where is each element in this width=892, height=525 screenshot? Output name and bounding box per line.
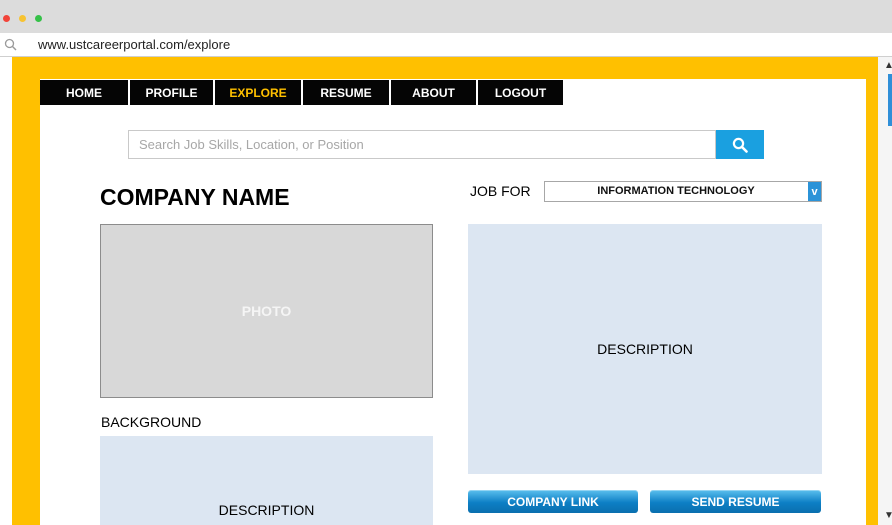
search-box [128,130,716,159]
photo-label: PHOTO [241,303,292,319]
search-input[interactable] [129,131,715,158]
job-description-text: DESCRIPTION [597,341,693,357]
nav-explore[interactable]: EXPLORE [215,80,301,105]
job-description-panel: DESCRIPTION [468,224,822,474]
search-button[interactable] [716,130,764,159]
scroll-down-arrow-icon[interactable]: ▼ [884,510,892,521]
nav-profile[interactable]: PROFILE [130,80,213,105]
nav-logout[interactable]: LOGOUT [478,80,563,105]
job-for-label: JOB FOR [470,183,531,199]
url-text[interactable]: www.ustcareerportal.com/explore [38,37,230,52]
company-name: COMPANY NAME [100,184,290,210]
vertical-scrollbar[interactable] [878,57,892,525]
nav-about[interactable]: ABOUT [391,80,476,105]
background-description-panel: DESCRIPTION [100,436,433,525]
job-category-value: INFORMATION TECHNOLOGY [597,185,755,197]
minimize-window-button[interactable] [19,15,26,22]
maximize-window-button[interactable] [35,15,42,22]
background-description-text: DESCRIPTION [218,502,315,518]
nav-resume[interactable]: RESUME [303,80,389,105]
address-bar[interactable]: www.ustcareerportal.com/explore [0,33,892,57]
search-icon [4,38,17,51]
scroll-up-arrow-icon[interactable]: ▲ [884,60,892,71]
search-icon [732,137,748,153]
job-category-select[interactable]: INFORMATION TECHNOLOGY v [544,181,822,202]
nav-home[interactable]: HOME [40,80,128,105]
close-window-button[interactable] [3,15,10,22]
window-titlebar [0,0,892,33]
company-photo: PHOTO [100,224,433,398]
background-label: BACKGROUND [101,414,202,430]
send-resume-button[interactable]: SEND RESUME [650,490,821,513]
scrollbar-thumb[interactable] [888,74,892,126]
chevron-down-icon[interactable]: v [808,182,821,201]
company-link-button[interactable]: COMPANY LINK [468,490,638,513]
